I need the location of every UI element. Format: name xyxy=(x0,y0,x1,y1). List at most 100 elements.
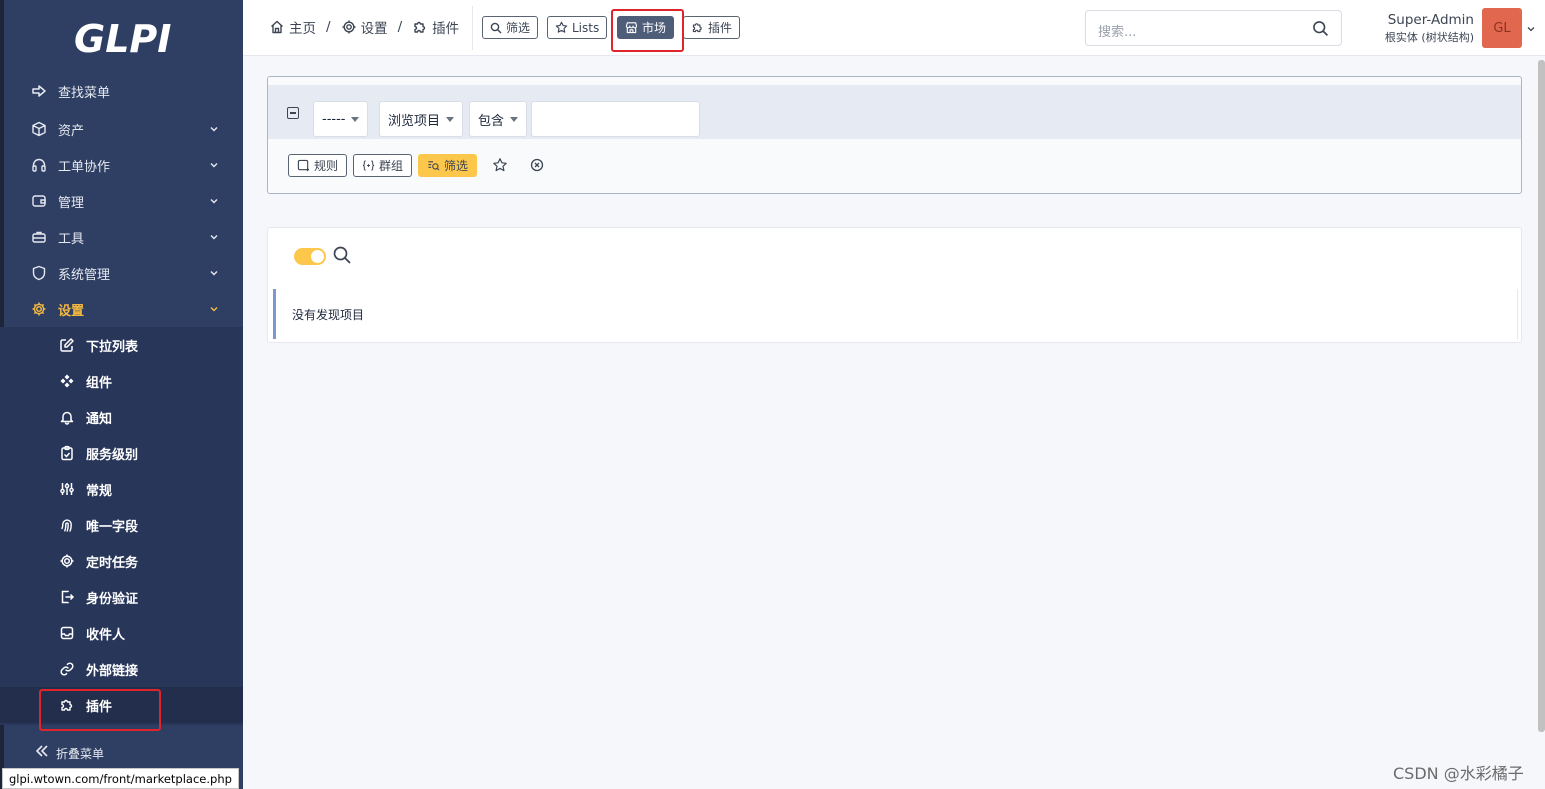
wallet-icon xyxy=(30,192,48,210)
sidebar-subitem-general[interactable]: 常规 xyxy=(0,471,243,507)
search-submit-button[interactable]: 筛选 xyxy=(418,154,478,177)
breadcrumb-label: 插件 xyxy=(432,21,460,37)
fingerprint-icon xyxy=(58,516,76,534)
global-search-input[interactable]: 搜索... xyxy=(1085,10,1342,46)
breadcrumb-label: 设置 xyxy=(360,21,388,37)
user-menu[interactable]: Super-Admin 根实体 (树状结构) xyxy=(1378,12,1474,45)
chevron-down-icon[interactable] xyxy=(1526,24,1536,34)
chevron-down-icon xyxy=(210,163,218,168)
login-icon xyxy=(58,588,76,606)
button-label: 规则 xyxy=(314,159,339,173)
cube-icon xyxy=(30,120,48,138)
button-label: Lists xyxy=(572,20,600,35)
operator-select[interactable]: 包含 xyxy=(469,101,528,137)
reset-icon[interactable] xyxy=(529,157,545,173)
itemtype-select[interactable]: 浏览项目 xyxy=(379,101,464,137)
chevron-down-icon xyxy=(210,271,218,276)
sidebar-subitem-label: 外部链接 xyxy=(86,663,139,679)
sidebar-subitem-label: 下拉列表 xyxy=(86,339,139,355)
inbox-icon xyxy=(58,624,76,642)
add-rule-button[interactable]: 规则 xyxy=(288,154,348,177)
shield-icon xyxy=(30,264,48,282)
sidebar-subitem-label: 唯一字段 xyxy=(86,519,139,535)
sidebar-subitem-label: 收件人 xyxy=(86,627,126,643)
sidebar-subitem-components[interactable]: 组件 xyxy=(0,363,243,399)
sidebar-item-label: 查找菜单 xyxy=(58,85,111,101)
highlight-box-marketplace xyxy=(611,9,684,52)
rule-icon xyxy=(297,159,310,172)
sidebar-subitem-notifications[interactable]: 通知 xyxy=(0,399,243,435)
sidebar-subitem-unique-fields[interactable]: 唯一字段 xyxy=(0,507,243,543)
arrow-right-icon xyxy=(30,82,48,100)
sidebar: GLPI 查找菜单 资产 工单协作 管理 工具 系统管理 设置 下拉列表 组件 … xyxy=(0,0,243,789)
select-value: 包含 xyxy=(478,113,505,129)
criteria-value-input[interactable] xyxy=(531,101,700,137)
chevron-down-icon xyxy=(210,235,218,240)
sidebar-subitem-external-links[interactable]: 外部链接 xyxy=(0,651,243,687)
sidebar-item-assistance[interactable]: 工单协作 xyxy=(0,147,243,183)
sidebar-item-label: 设置 xyxy=(58,303,85,319)
sidebar-subitem-slm[interactable]: 服务级别 xyxy=(0,435,243,471)
sidebar-subitem-label: 常规 xyxy=(86,483,113,499)
sidebar-item-management[interactable]: 管理 xyxy=(0,183,243,219)
lists-button[interactable]: Lists xyxy=(547,16,608,39)
sidebar-item-label: 系统管理 xyxy=(58,267,111,283)
plugins-button[interactable]: 插件 xyxy=(683,16,741,39)
breadcrumb-separator: / xyxy=(397,19,403,35)
chevron-down-icon xyxy=(210,199,218,204)
sidebar-item-setup[interactable]: 设置 xyxy=(0,291,243,327)
sidebar-subitem-authentication[interactable]: 身份验证 xyxy=(0,579,243,615)
field-select[interactable]: ----- xyxy=(313,101,369,137)
clipboard-check-icon xyxy=(58,444,76,462)
gear-icon xyxy=(58,552,76,570)
sidebar-item-tools[interactable]: 工具 xyxy=(0,219,243,255)
sidebar-subitem-automatic-actions[interactable]: 定时任务 xyxy=(0,543,243,579)
sidebar-item-label: 工具 xyxy=(58,231,85,247)
sidebar-item-find-menu[interactable]: 查找菜单 xyxy=(0,73,243,109)
caret-down-icon xyxy=(351,116,360,122)
search-icon[interactable] xyxy=(1312,20,1329,37)
setup-submenu: 下拉列表 组件 通知 服务级别 常规 唯一字段 定时任务 身份验证 收件人 外部… xyxy=(0,327,243,725)
headset-icon xyxy=(30,156,48,174)
results-card: 没有发现项目 xyxy=(267,227,1522,343)
sidebar-subitem-label: 组件 xyxy=(86,375,113,391)
empty-results-message: 没有发现项目 xyxy=(273,289,1518,339)
sidebar-subitem-dropdowns[interactable]: 下拉列表 xyxy=(0,327,243,363)
sidebar-item-assets[interactable]: 资产 xyxy=(0,111,243,147)
adjustments-icon xyxy=(58,480,76,498)
user-name: Super-Admin xyxy=(1387,12,1474,28)
collapse-menu-label: 折叠菜单 xyxy=(56,746,105,761)
star-icon[interactable] xyxy=(492,157,508,173)
components-icon xyxy=(58,372,76,390)
link-icon xyxy=(58,660,76,678)
breadcrumb: 主页 / 设置 / 插件 xyxy=(269,17,459,37)
sidebar-subitem-receivers[interactable]: 收件人 xyxy=(0,615,243,651)
search-icon[interactable] xyxy=(332,245,352,265)
add-group-button[interactable]: 群组 xyxy=(353,154,413,177)
breadcrumb-label: 主页 xyxy=(289,21,316,37)
sidebar-subitem-label: 定时任务 xyxy=(86,555,139,571)
star-icon xyxy=(555,21,568,33)
sidebar-subitem-label: 服务级别 xyxy=(86,447,139,463)
collapse-menu-button[interactable]: 折叠菜单 xyxy=(0,738,243,768)
breadcrumb-setup[interactable]: 设置 xyxy=(341,17,388,37)
puzzle-icon xyxy=(414,21,426,33)
scrollbar[interactable] xyxy=(1538,60,1545,732)
remove-criteria-icon[interactable] xyxy=(287,107,299,119)
glpi-logo[interactable]: GLPI xyxy=(70,14,180,62)
logo-text: GLPI xyxy=(74,17,171,61)
briefcase-icon xyxy=(30,228,48,246)
criteria-row: ----- 浏览项目 包含 xyxy=(268,85,1521,139)
avatar[interactable]: GL xyxy=(1482,8,1522,48)
sidebar-item-label: 资产 xyxy=(58,123,85,139)
search-filter-button[interactable]: 筛选 xyxy=(482,16,539,39)
search-placeholder: 搜索... xyxy=(1098,25,1137,40)
display-toggle[interactable] xyxy=(294,248,326,265)
breadcrumb-plugins[interactable]: 插件 xyxy=(412,17,459,37)
breadcrumb-home[interactable]: 主页 xyxy=(269,17,316,37)
sidebar-item-administration[interactable]: 系统管理 xyxy=(0,255,243,291)
sidebar-subitem-label: 身份验证 xyxy=(86,591,139,607)
user-entity: 根实体 (树状结构) xyxy=(1384,31,1474,44)
chevrons-left-icon xyxy=(34,743,50,763)
sidebar-item-label: 工单协作 xyxy=(58,159,111,175)
